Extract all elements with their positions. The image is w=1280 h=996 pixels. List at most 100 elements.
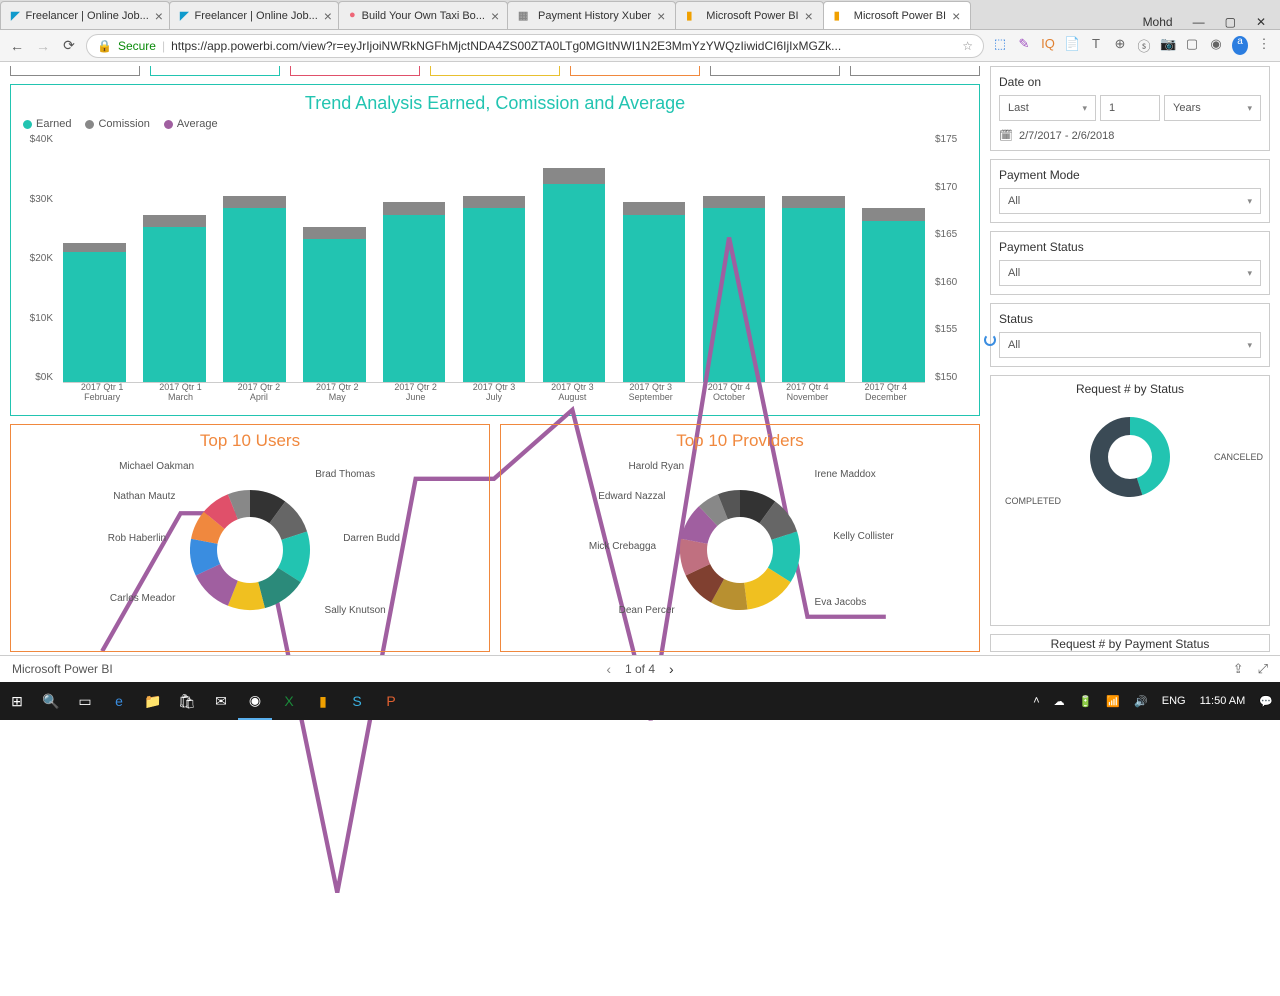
lang-label[interactable]: ENG [1155,695,1193,707]
chart-legend: Earned Comission Average [23,118,967,130]
back-icon[interactable]: ← [8,38,26,54]
chart-title: Trend Analysis Earned, Comission and Ave… [23,93,967,114]
ext-icon[interactable]: a [1232,36,1248,55]
close-icon[interactable]: × [952,8,960,24]
mail-icon[interactable]: ✉ [204,682,238,720]
top-users-card[interactable]: Top 10 Users Michael OakmanNathan MautzR… [10,424,490,652]
lock-icon: 🔒 [97,39,112,53]
tab-1[interactable]: ◤Freelancer | Online Job...× [169,1,339,29]
edge-icon[interactable]: e [102,682,136,720]
tab-0[interactable]: ◤Freelancer | Online Job...× [0,1,170,29]
request-by-payment-status-chart[interactable]: Request # by Payment Status [990,634,1270,652]
page-icon: ● [349,9,356,23]
start-icon[interactable]: ⊞ [0,682,34,720]
clock-label[interactable]: 11:50 AM [1193,695,1253,707]
close-window-icon[interactable]: ✕ [1256,15,1266,29]
page-icon: ▦ [518,9,532,23]
trend-chart[interactable]: Trend Analysis Earned, Comission and Ave… [10,84,980,416]
payment-mode-select[interactable]: All▾ [999,188,1261,214]
date-number[interactable]: 1 [1100,95,1160,121]
ext-icon[interactable]: ⬚ [992,36,1008,55]
ext-icon[interactable]: ▢ [1184,36,1200,55]
battery-icon[interactable]: 🔋 [1072,695,1100,708]
ext-icon[interactable]: ⓢ [1136,36,1152,55]
star-icon[interactable]: ☆ [962,39,973,53]
tray-expand-icon[interactable]: ˄ [1026,695,1046,707]
close-icon[interactable]: × [155,8,163,24]
date-select-type[interactable]: Last▾ [999,95,1096,121]
tab-5[interactable]: ▮Microsoft Power BI× [823,1,972,29]
powerbi-icon[interactable]: ▮ [306,682,340,720]
kpi-row [10,66,980,76]
payment-status-select[interactable]: All▾ [999,260,1261,286]
mini-donut [1080,407,1180,507]
ext-icon[interactable]: ◉ [1208,36,1224,55]
freelancer-icon: ◤ [180,9,188,23]
taskview-icon[interactable]: ▭ [68,682,102,720]
browser-tabs: ◤Freelancer | Online Job...× ◤Freelancer… [0,0,1280,30]
window-controls: Mohd — ▢ ✕ [1129,15,1280,29]
wifi-icon[interactable]: 📶 [1099,695,1127,708]
fullscreen-icon[interactable]: ⤢ [1258,661,1268,677]
freelancer-icon: ◤ [11,9,19,23]
store-icon[interactable]: 🛍 [170,682,204,720]
tab-4[interactable]: ▮Microsoft Power BI× [675,1,824,29]
brand-label: Microsoft Power BI [12,662,113,676]
report-footer: Microsoft Power BI ‹ 1 of 4 › ⇪ ⤢ [0,655,1280,682]
ext-icon[interactable]: ✎ [1016,36,1032,55]
url-text: https://app.powerbi.com/view?r=eyJrIjoiN… [171,39,841,53]
top-providers-card[interactable]: Top 10 Providers Harold RyanEdward Nazza… [500,424,980,652]
extensions: ⬚ ✎ IQ 📄 T ⊕ ⓢ 📷 ▢ ◉ a ⋮ [992,36,1272,55]
excel-icon[interactable]: X [272,682,306,720]
request-by-status-chart[interactable]: Request # by Status COMPLETED CANCELED [990,375,1270,626]
skype-icon[interactable]: S [340,682,374,720]
tab-2[interactable]: ●Build Your Own Taxi Bo...× [338,1,508,29]
ext-icon[interactable]: T [1088,36,1104,55]
powerbi-icon: ▮ [834,9,848,23]
explorer-icon[interactable]: 📁 [136,682,170,720]
search-icon[interactable]: 🔍 [34,682,68,720]
close-icon[interactable]: × [805,8,813,24]
bar-area [63,134,925,383]
filter-payment-mode: Payment Mode All▾ [990,159,1270,223]
chevron-down-icon: ▾ [1247,340,1252,351]
status-select[interactable]: All▾ [999,332,1261,358]
maximize-icon[interactable]: ▢ [1225,15,1236,29]
pager: ‹ 1 of 4 › [606,661,673,677]
chrome-icon[interactable]: ◉ [238,682,272,720]
prev-page-icon[interactable]: ‹ [606,661,611,677]
share-icon[interactable]: ⇪ [1233,661,1244,677]
filter-status: Status All▾ [990,303,1270,367]
filter-payment-status: Payment Status All▾ [990,231,1270,295]
close-icon[interactable]: × [657,8,665,24]
ext-icon[interactable]: 📷 [1160,36,1176,55]
chevron-down-icon: ▾ [1082,103,1087,114]
next-page-icon[interactable]: › [669,661,674,677]
close-icon[interactable]: × [324,8,332,24]
url-field[interactable]: 🔒 Secure | https://app.powerbi.com/view?… [86,34,984,58]
ext-icon[interactable]: IQ [1040,36,1056,55]
chevron-down-icon: ▾ [1247,103,1252,114]
menu-icon[interactable]: ⋮ [1256,36,1272,55]
tab-3[interactable]: ▦Payment History Xuber× [507,1,676,29]
card-title: Top 10 Providers [507,431,973,451]
minimize-icon[interactable]: — [1193,15,1205,29]
onedrive-icon[interactable]: ☁ [1047,695,1072,708]
reload-icon[interactable]: ⟳ [60,37,78,54]
user-label: Mohd [1143,15,1173,29]
y-axis-right: $175$170$165$160$155$150 [931,134,967,383]
ext-icon[interactable]: ⊕ [1112,36,1128,55]
x-axis: 2017 Qtr 1February2017 Qtr 1March2017 Qt… [63,383,925,407]
volume-icon[interactable]: 🔊 [1127,695,1155,708]
close-icon[interactable]: × [491,8,499,24]
secure-label: Secure [118,39,156,53]
chevron-down-icon: ▾ [1247,268,1252,279]
notifications-icon[interactable]: 💬 [1252,695,1280,708]
card-title: Top 10 Users [17,431,483,451]
filter-date: Date on Last▾ 1 Years▾ 🗓 2/7/2017 - 2/6/… [990,66,1270,151]
ppt-icon[interactable]: P [374,682,408,720]
y-axis-left: $40K$30K$20K$10K$0K [23,134,57,383]
ext-icon[interactable]: 📄 [1064,36,1080,55]
forward-icon[interactable]: → [34,38,52,54]
date-unit[interactable]: Years▾ [1164,95,1261,121]
